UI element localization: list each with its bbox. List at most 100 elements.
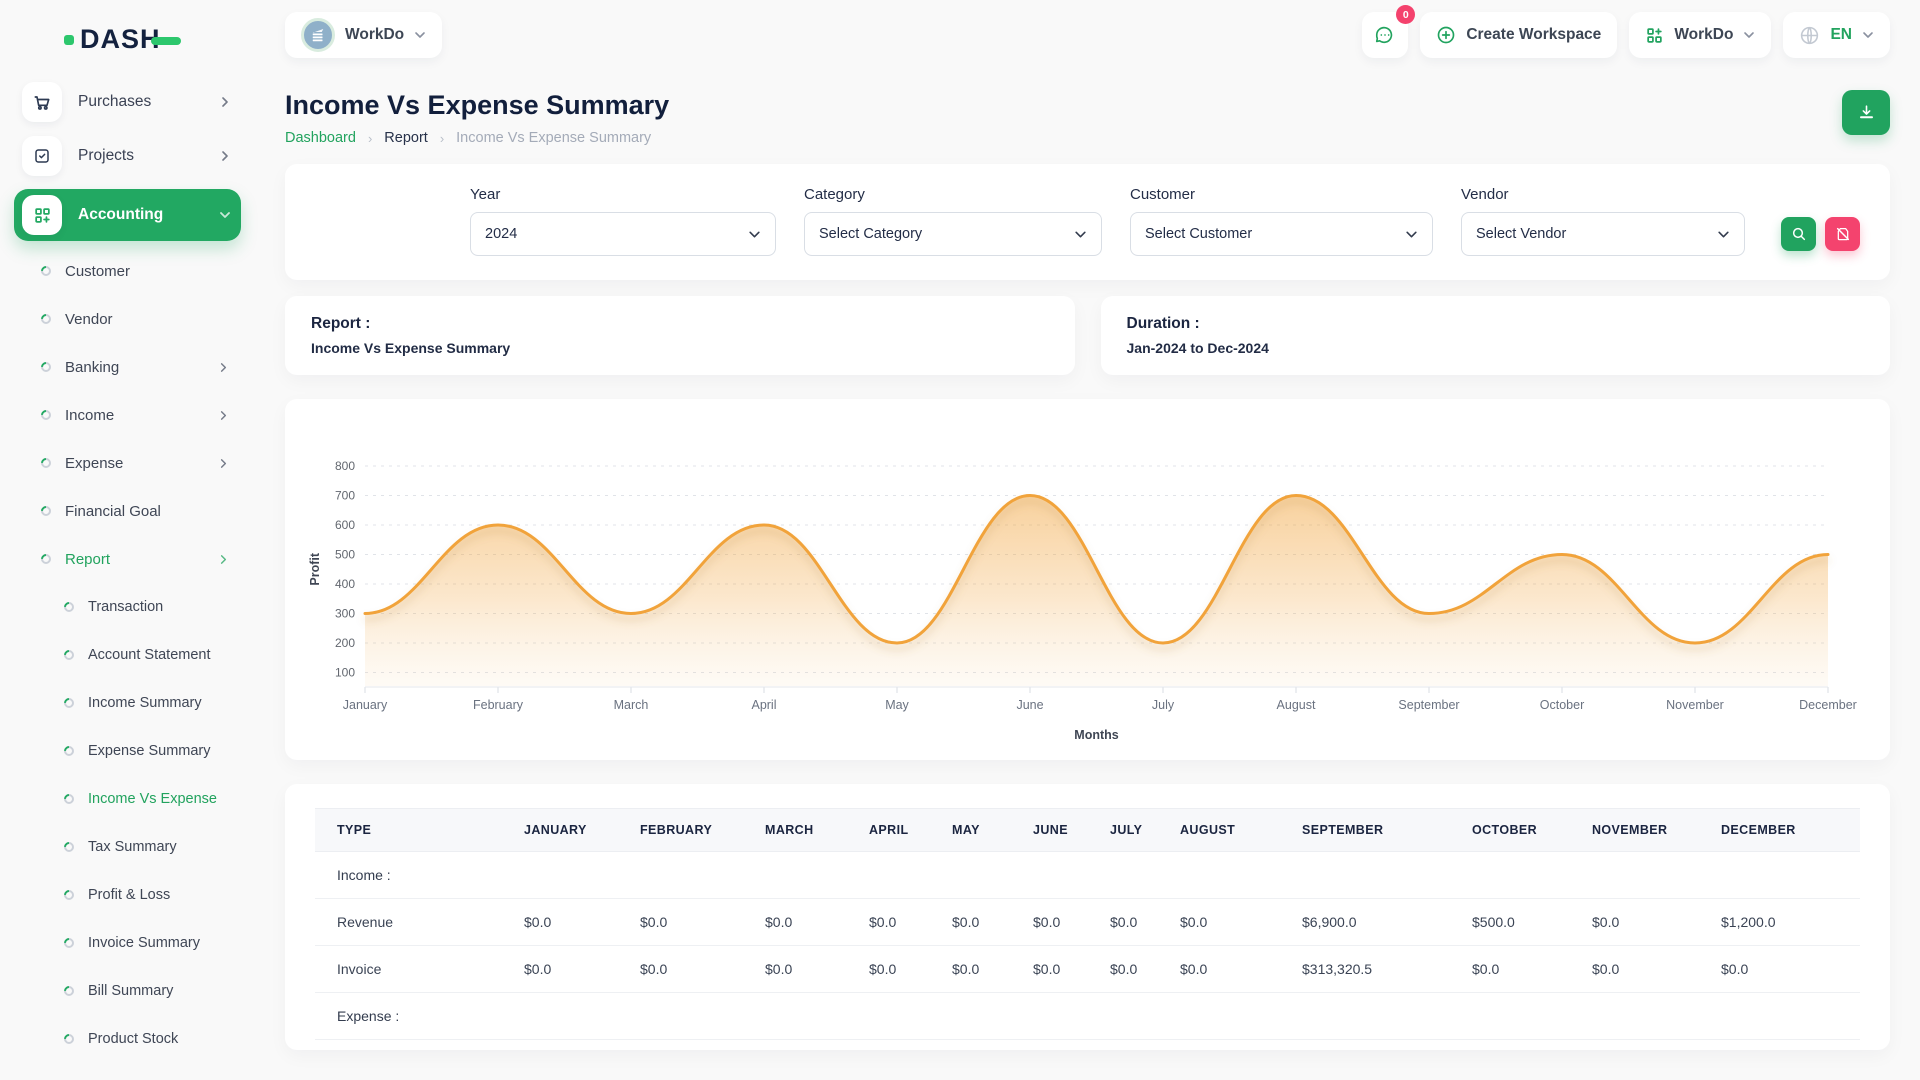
sidebar-item-banking[interactable]: Banking xyxy=(14,343,241,391)
sidebar-item-label: Accounting xyxy=(78,206,219,224)
y-tick-label: 100 xyxy=(335,666,355,680)
chevron-right-icon xyxy=(218,410,229,421)
sub-item-label: Banking xyxy=(65,359,218,376)
y-tick-label: 500 xyxy=(335,548,355,562)
sidebar-item-transaction[interactable]: Transaction xyxy=(14,583,241,631)
sub-item-label: Bill Summary xyxy=(88,983,241,999)
cell: $0.0 xyxy=(942,946,1023,993)
reset-filter-button[interactable] xyxy=(1825,217,1860,251)
cell: $0.0 xyxy=(1100,946,1170,993)
x-tick-label: February xyxy=(473,698,524,712)
sidebar-item-account-statement[interactable]: Account Statement xyxy=(14,631,241,679)
messages-badge: 0 xyxy=(1396,5,1415,24)
x-tick-label: January xyxy=(343,698,388,712)
sidebar-item-customer[interactable]: Customer xyxy=(14,247,241,295)
year-value: 2024 xyxy=(485,226,517,242)
language-selector[interactable]: EN xyxy=(1783,12,1890,58)
app-logo[interactable]: DASH xyxy=(14,20,241,75)
cell: $0.0 xyxy=(1170,946,1292,993)
col-header: JULY xyxy=(1100,809,1170,852)
apply-filter-button[interactable] xyxy=(1781,217,1816,251)
chevron-right-icon: › xyxy=(368,131,372,146)
create-workspace-button[interactable]: Create Workspace xyxy=(1420,12,1617,58)
col-header: OCTOBER xyxy=(1462,809,1582,852)
report-info-card: Report : Income Vs Expense Summary xyxy=(285,296,1075,375)
category-value: Select Category xyxy=(819,226,922,242)
cell: $0.0 xyxy=(755,946,859,993)
cart-icon xyxy=(22,82,62,122)
filter-card: Year 2024 Category Select Category Custo… xyxy=(285,164,1890,280)
sidebar-item-cash-flow[interactable]: Cash Flow xyxy=(14,1063,241,1080)
y-tick-label: 600 xyxy=(335,518,355,532)
sub-item-label: Tax Summary xyxy=(88,839,241,855)
chevron-down-icon xyxy=(1862,29,1874,41)
sub-item-label: Invoice Summary xyxy=(88,935,241,951)
row-label: Invoice xyxy=(315,946,514,993)
workspace-menu[interactable]: WorkDo xyxy=(1629,12,1771,58)
sidebar-item-income-vs-expense[interactable]: Income Vs Expense xyxy=(14,775,241,823)
sidebar-item-expense-summary[interactable]: Expense Summary xyxy=(14,727,241,775)
clear-filter-icon xyxy=(1835,226,1851,242)
sidebar-item-expense[interactable]: Expense xyxy=(14,439,241,487)
sidebar-item-vendor[interactable]: Vendor xyxy=(14,295,241,343)
customer-select[interactable]: Select Customer xyxy=(1130,212,1433,256)
workspace-selector[interactable]: WorkDo xyxy=(285,12,442,58)
sidebar-item-product-stock[interactable]: Product Stock xyxy=(14,1015,241,1063)
sidebar-item-bill-summary[interactable]: Bill Summary xyxy=(14,967,241,1015)
sidebar-item-label: Purchases xyxy=(78,93,219,111)
sidebar-item-purchases[interactable]: Purchases xyxy=(14,75,241,129)
sidebar-item-tax-summary[interactable]: Tax Summary xyxy=(14,823,241,871)
create-workspace-label: Create Workspace xyxy=(1466,26,1601,44)
sidebar-item-label: Projects xyxy=(78,147,219,165)
breadcrumb-report[interactable]: Report xyxy=(384,130,428,146)
search-icon xyxy=(1791,226,1807,242)
download-button[interactable] xyxy=(1842,90,1890,135)
sub-item-label: Product Stock xyxy=(88,1031,241,1047)
cell: $313,320.5 xyxy=(1292,946,1462,993)
y-tick-label: 300 xyxy=(335,607,355,621)
category-select[interactable]: Select Category xyxy=(804,212,1102,256)
sub-item-label: Account Statement xyxy=(88,647,241,663)
bullet-icon xyxy=(62,744,76,758)
sub-item-label: Expense Summary xyxy=(88,743,241,759)
bullet-icon xyxy=(62,600,76,614)
year-label: Year xyxy=(470,186,776,203)
sidebar-item-report[interactable]: Report xyxy=(14,535,241,583)
profit-area-chart: 100200300400500600700800 JanuaryFebruary… xyxy=(305,411,1870,748)
bullet-icon xyxy=(62,648,76,662)
chevron-down-icon xyxy=(219,209,231,221)
chart-series xyxy=(365,496,1828,687)
main-content: WorkDo 0 Create Workspace WorkDo EN xyxy=(255,0,1920,1050)
sidebar-item-income-summary[interactable]: Income Summary xyxy=(14,679,241,727)
sidebar-item-accounting[interactable]: Accounting xyxy=(14,189,241,241)
table-row: Invoice $0.0 $0.0 $0.0 $0.0 $0.0 $0.0 $0… xyxy=(315,946,1860,993)
vendor-value: Select Vendor xyxy=(1476,226,1566,242)
sidebar-item-income[interactable]: Income xyxy=(14,391,241,439)
sidebar-item-invoice-summary[interactable]: Invoice Summary xyxy=(14,919,241,967)
col-header: AUGUST xyxy=(1170,809,1292,852)
x-tick-label: November xyxy=(1666,698,1724,712)
sub-item-label: Report xyxy=(65,551,218,568)
report-info-value: Income Vs Expense Summary xyxy=(311,340,1049,356)
bullet-icon xyxy=(39,552,53,566)
sidebar-item-projects[interactable]: Projects xyxy=(14,129,241,183)
chevron-right-icon xyxy=(218,554,229,565)
breadcrumb-dashboard[interactable]: Dashboard xyxy=(285,130,356,146)
sidebar-item-profit-loss[interactable]: Profit & Loss xyxy=(14,871,241,919)
year-select[interactable]: 2024 xyxy=(470,212,776,256)
cell: $0.0 xyxy=(1462,946,1582,993)
col-header: FEBRUARY xyxy=(630,809,755,852)
sidebar-item-financial-goal[interactable]: Financial Goal xyxy=(14,487,241,535)
cell: $1,200.0 xyxy=(1711,899,1860,946)
cell: $0.0 xyxy=(1100,899,1170,946)
vendor-select[interactable]: Select Vendor xyxy=(1461,212,1745,256)
bullet-icon xyxy=(62,888,76,902)
messages-button[interactable]: 0 xyxy=(1362,12,1408,58)
vendor-label: Vendor xyxy=(1461,186,1745,203)
x-tick-label: September xyxy=(1398,698,1459,712)
y-tick-label: 400 xyxy=(335,577,355,591)
chevron-down-icon xyxy=(748,228,761,241)
col-header: NOVEMBER xyxy=(1582,809,1711,852)
sub-item-label: Vendor xyxy=(65,311,241,328)
y-tick-label: 200 xyxy=(335,636,355,650)
